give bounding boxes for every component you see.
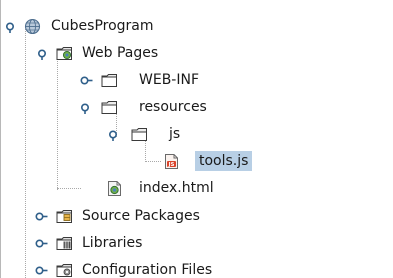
tree-label[interactable]: Libraries xyxy=(82,233,142,253)
tree-row-index-html[interactable]: index.html xyxy=(0,177,393,199)
tree-label[interactable]: resources xyxy=(139,97,207,117)
libraries-icon xyxy=(56,237,72,250)
project-tree-panel: CubesProgram Web Pages WEB-INF resources… xyxy=(0,0,393,278)
tree-row-js[interactable]: js xyxy=(0,123,393,145)
tree-label[interactable]: CubesProgram xyxy=(51,16,154,36)
collapse-toggle-icon[interactable] xyxy=(108,128,121,141)
folder-icon xyxy=(101,74,117,87)
tree-row-web-pages[interactable]: Web Pages xyxy=(0,42,393,64)
folder-open-icon xyxy=(101,101,117,114)
expand-toggle-icon[interactable] xyxy=(80,74,93,87)
tree-label[interactable]: tools.js xyxy=(195,151,253,171)
collapse-toggle-icon[interactable] xyxy=(80,101,93,114)
collapse-toggle-icon[interactable] xyxy=(37,47,50,60)
tree-row-source-packages[interactable]: Source Packages xyxy=(0,205,393,227)
tree-label[interactable]: js xyxy=(169,124,180,144)
web-pages-folder-icon xyxy=(56,47,72,60)
folder-open-icon xyxy=(131,128,147,141)
globe-project-icon xyxy=(24,18,41,35)
tree-label[interactable]: Web Pages xyxy=(82,43,158,63)
tree-label[interactable]: Source Packages xyxy=(82,206,200,226)
tree-row-cubesprogram[interactable]: CubesProgram xyxy=(0,15,393,37)
tree-label[interactable]: index.html xyxy=(139,178,214,198)
expand-toggle-icon[interactable] xyxy=(35,264,48,277)
configuration-files-icon xyxy=(56,264,72,277)
collapse-toggle-icon[interactable] xyxy=(5,20,18,33)
tree-row-libraries[interactable]: Libraries xyxy=(0,232,393,254)
svg-text:JS: JS xyxy=(168,162,175,168)
source-packages-icon xyxy=(56,210,72,223)
tree-row-resources[interactable]: resources xyxy=(0,96,393,118)
tree-label[interactable]: WEB-INF xyxy=(139,70,199,90)
html-file-icon xyxy=(108,181,121,196)
expand-toggle-icon[interactable] xyxy=(35,210,48,223)
tree-row-tools-js[interactable]: JS tools.js xyxy=(0,150,393,172)
expand-toggle-icon[interactable] xyxy=(35,237,48,250)
tree-row-configuration-files[interactable]: Configuration Files xyxy=(0,259,393,278)
javascript-file-icon: JS xyxy=(165,154,178,169)
tree-label[interactable]: Configuration Files xyxy=(82,260,212,278)
tree-row-web-inf[interactable]: WEB-INF xyxy=(0,69,393,91)
